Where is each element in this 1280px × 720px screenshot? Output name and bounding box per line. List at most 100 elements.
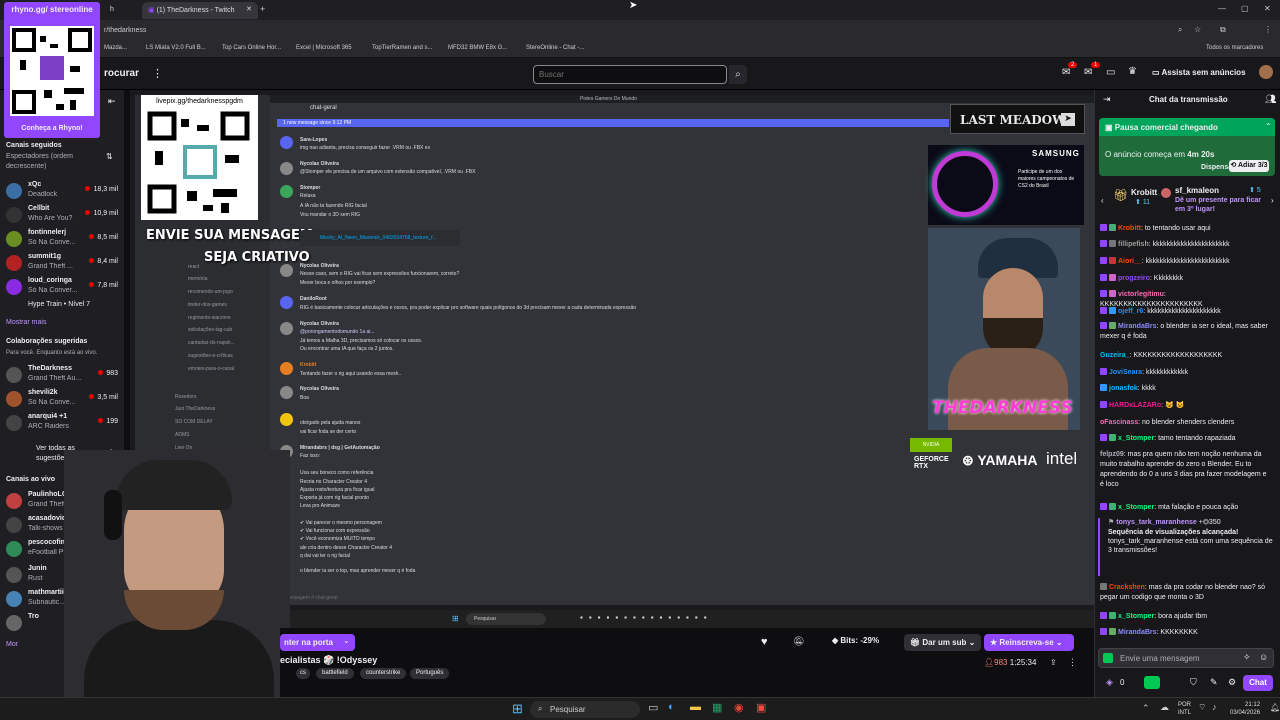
share-icon[interactable]: ⇪ <box>1050 658 1057 667</box>
maximize-icon[interactable]: ▢ <box>1241 4 1249 13</box>
windows-start-icon[interactable]: ⊞ <box>512 701 523 717</box>
chat-user[interactable]: oFascinass <box>1100 419 1138 426</box>
copilot-icon[interactable]: ◐ <box>668 701 675 713</box>
browse-link[interactable]: rocurar <box>104 68 139 79</box>
emote-icon[interactable]: ☺ <box>1259 652 1268 662</box>
file-explorer-icon[interactable]: ▬ <box>690 701 701 713</box>
resubscribe-button[interactable]: ★ Reinscreva-se ⌄ <box>984 634 1074 651</box>
bits-button[interactable]: ◆ Bits: -29% <box>832 636 879 645</box>
chrome-icon[interactable]: ◉ <box>734 701 744 714</box>
show-more-link[interactable]: Mostrar mais <box>6 318 46 328</box>
show-more-link[interactable]: Mor <box>6 640 18 650</box>
minimize-icon[interactable]: — <box>1218 4 1226 13</box>
gift-cta[interactable]: Dê um presente para ficar em 3º lugar! <box>1175 196 1265 214</box>
chat-send-button[interactable]: Chat <box>1243 675 1273 691</box>
chat-user[interactable]: jonasfok <box>1109 385 1138 392</box>
chat-user[interactable]: x_Stomper <box>1118 504 1154 511</box>
new-tab-icon[interactable]: + <box>260 4 265 14</box>
collapse-icon[interactable]: ⇤ <box>108 96 116 107</box>
browser-tab[interactable]: h <box>104 2 140 19</box>
avatar[interactable] <box>1259 65 1273 79</box>
chat-user[interactable]: Guzeira_ <box>1100 352 1130 359</box>
chat-user[interactable]: Aiori__ <box>1118 258 1142 265</box>
menu-icon[interactable]: ⋮ <box>1264 25 1272 34</box>
bookmark[interactable]: MFD32 BMW E8x G... <box>448 45 507 51</box>
sidebar-channel[interactable]: xQc Deadlock 18,3 mil <box>4 180 122 202</box>
chat-user[interactable]: ojeff_r6 <box>1118 308 1143 315</box>
chat-user[interactable]: progzeiro <box>1118 275 1150 282</box>
ad-free-button[interactable]: ▭ Assista sem anúncios <box>1152 68 1246 77</box>
tag-pill[interactable]: cs <box>296 668 310 679</box>
bookmark[interactable]: Excel | Microsoft 365 <box>296 45 352 51</box>
chat-user[interactable]: x_Stomper <box>1118 613 1154 620</box>
tag-pill[interactable]: battlefield <box>316 668 354 679</box>
chat-user[interactable]: Krobitt <box>1118 225 1141 232</box>
star-icon[interactable]: ☆ <box>1194 25 1201 34</box>
chevron-up-icon[interactable]: ⌃ <box>1142 703 1150 714</box>
gift-sub-button[interactable]: 🎁︎ Dar um sub ⌄ <box>904 634 982 651</box>
collapse-chat-icon[interactable]: ⇥ <box>1103 94 1111 105</box>
sidebar-channel[interactable]: TheDarkness Grand Theft Au... 983 <box>4 364 122 386</box>
mail-icon[interactable]: ✉ <box>1084 67 1092 78</box>
chat-user[interactable]: JoviSeara <box>1109 369 1142 376</box>
pencil-icon[interactable]: ✎ <box>1210 677 1218 688</box>
bookmark[interactable]: TopTierRamen and s... <box>372 45 432 51</box>
cloud-icon[interactable]: ☁ <box>1160 702 1169 713</box>
bookmark[interactable]: Mazda... <box>104 45 127 51</box>
chat-input[interactable]: Envie uma mensagem ✧ ☺ <box>1098 648 1274 668</box>
users-icon[interactable]: 👥︎ <box>1265 94 1276 105</box>
chat-user[interactable]: felpz09 <box>1100 451 1124 458</box>
sort-icon[interactable]: ⇅ <box>106 152 113 161</box>
zoom-icon[interactable]: ⌕ <box>1178 25 1182 35</box>
chat-user[interactable]: Crackshen <box>1109 584 1145 591</box>
more-icon[interactable]: ⋮ <box>152 67 163 80</box>
browser-tab-active[interactable]: ▣ (1) TheDarkness - Twitch ✕ <box>142 2 258 19</box>
whisper-icon[interactable]: ▭ <box>1106 67 1115 78</box>
attachment[interactable]: Meshy_AI_Neon_Maverick_0402034758_textur… <box>300 230 460 246</box>
tag-pill[interactable]: Português <box>410 668 450 679</box>
notification-icon[interactable]: 🔔︎ <box>1270 703 1280 712</box>
chevron-left-icon[interactable]: ‹ <box>1101 196 1104 205</box>
all-bookmarks[interactable]: Todos os marcadores <box>1206 45 1263 51</box>
chevron-right-icon[interactable]: › <box>1271 196 1274 205</box>
chat-user[interactable]: x_Stomper <box>1118 435 1154 442</box>
chevron-up-icon[interactable]: ⌃ <box>1265 122 1272 131</box>
sidebar-channel[interactable]: anarqui4 +1 ARC Raiders 199 <box>4 412 122 434</box>
inbox-icon[interactable]: ✉ <box>1062 67 1070 78</box>
notifications-off-icon[interactable]: 🔕︎ <box>793 636 804 647</box>
sidebar-channel[interactable]: loud_coringa Só Na Conver... 7,8 mil <box>4 276 122 298</box>
task-view-icon[interactable]: ▭ <box>648 701 658 714</box>
search-icon[interactable]: ⌕ <box>729 65 747 84</box>
wifi-icon[interactable]: ⌔ <box>1198 702 1206 713</box>
chat-user[interactable]: MirandaBrs <box>1118 629 1157 636</box>
volume-icon[interactable]: ♪ <box>1212 702 1217 712</box>
reward-icon[interactable] <box>1144 676 1160 689</box>
chevron-down-icon[interactable]: ⌄ <box>343 636 350 645</box>
bookmark[interactable]: LS Miata V2.0 Full B... <box>146 45 206 51</box>
spreadsheet-icon[interactable]: ▦ <box>712 701 722 714</box>
taskbar-search[interactable]: ⌕ Pesquisar <box>530 701 640 718</box>
chat-user[interactable]: HARDxLAZARo <box>1109 402 1161 409</box>
extensions-icon[interactable]: ⧉ <box>1220 25 1226 35</box>
crown-icon[interactable]: ♛ <box>1128 66 1137 77</box>
close-window-icon[interactable]: ✕ <box>1264 4 1271 13</box>
sidebar-channel[interactable]: fontinnelerj Só Na Conve... 8,5 mil <box>4 228 122 250</box>
sidebar-channel[interactable]: shevili2k Só Na Conve... 3,5 mil <box>4 388 122 410</box>
input-language[interactable]: POR INTL <box>1178 701 1191 717</box>
more-icon[interactable]: ⋮ <box>1068 657 1077 668</box>
recording-app-icon[interactable]: ▣ <box>756 701 766 714</box>
sidebar-channel[interactable]: summit1g Grand Theft ... 8,4 mil <box>4 252 122 274</box>
tag-pill[interactable]: counterstrike <box>360 668 407 679</box>
magic-icon[interactable]: ✧ <box>1243 652 1251 663</box>
search-input[interactable] <box>533 65 727 84</box>
close-icon[interactable]: ✕ <box>246 5 252 13</box>
snooze-button[interactable]: ⟲ Adiar 3/3 <box>1229 160 1269 172</box>
gear-icon[interactable]: ⚙ <box>1228 677 1236 688</box>
clock[interactable]: 21:12 03/04/2026 <box>1230 701 1260 717</box>
heart-icon[interactable]: ♥ <box>761 636 768 648</box>
chat-user[interactable]: victorlegitimu <box>1118 291 1164 298</box>
chat-user[interactable]: fillipefish <box>1118 241 1149 248</box>
bookmark[interactable]: Top Cars Online Hor... <box>222 45 281 51</box>
badge-icon[interactable] <box>1103 653 1113 663</box>
shield-icon[interactable]: ⛉ <box>1190 677 1197 688</box>
